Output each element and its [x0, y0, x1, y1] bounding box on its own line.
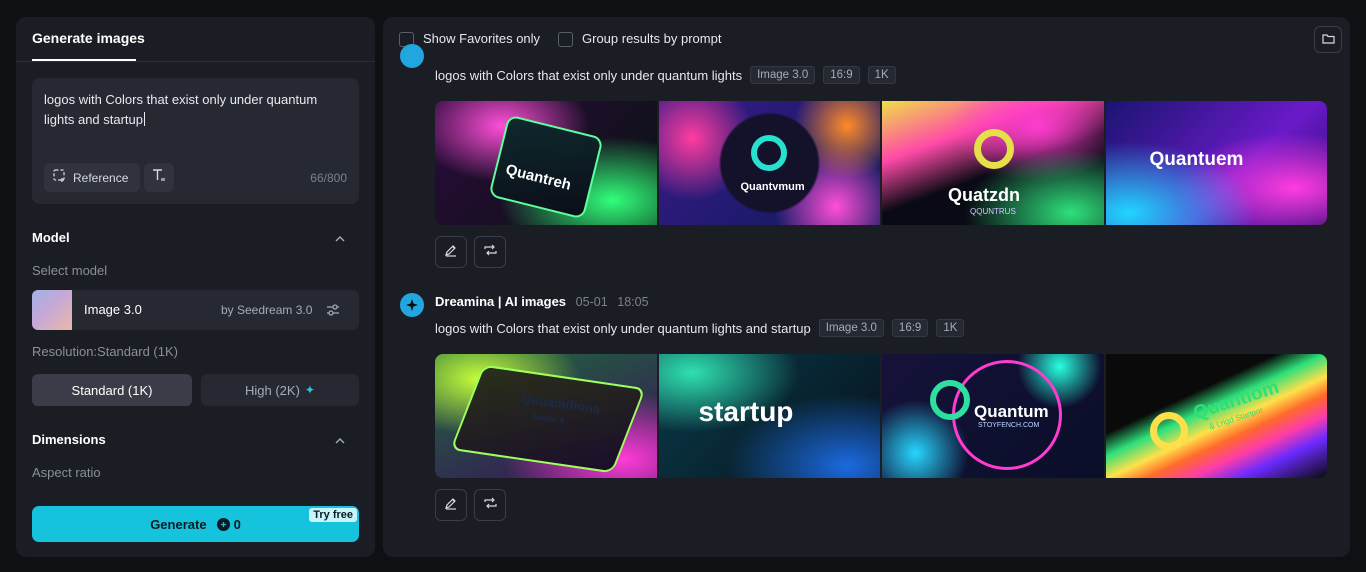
try-free-badge: Try free — [309, 508, 357, 522]
regenerate-icon — [483, 243, 498, 262]
model-tag: Image 3.0 — [818, 319, 884, 337]
group-label[interactable]: Group results by prompt — [582, 31, 721, 46]
model-thumbnail — [32, 290, 72, 330]
reference-label: Reference — [73, 170, 129, 185]
results-panel: Show Favorites only Group results by pro… — [383, 17, 1350, 557]
result-images: Quantreh Quantvmum Quatzdn QQUNTRUS Quan… — [435, 101, 1327, 225]
coin-icon — [216, 517, 230, 531]
text-format-button[interactable] — [144, 163, 174, 192]
result-image[interactable]: Quatzdn QQUNTRUS — [882, 101, 1104, 225]
result-prompt-text[interactable]: logos with Colors that exist only under … — [435, 321, 811, 336]
result-image[interactable]: Quantum STOYFENCH.COM — [882, 354, 1104, 478]
result-image[interactable]: startup — [658, 354, 880, 478]
regenerate-icon — [483, 496, 498, 515]
model-provider: by Seedream 3.0 — [221, 303, 313, 317]
prompt-text[interactable]: logos with Colors that exist only under … — [44, 90, 344, 130]
favorites-label[interactable]: Show Favorites only — [423, 31, 540, 46]
generate-label: Generate — [150, 516, 207, 532]
generate-cost: 0 — [233, 516, 241, 532]
chevron-up-icon[interactable] — [334, 434, 346, 446]
result-prompt-text[interactable]: logos with Colors that exist only under … — [435, 68, 742, 83]
result-prompt: logos with Colors that exist only under … — [435, 66, 896, 84]
result-image[interactable]: Quuamifiona Startor & — [435, 354, 657, 478]
author-name: Dreamina | AI images — [435, 294, 567, 309]
logo-text: Quatzdn — [948, 185, 1020, 205]
generate-panel: Generate images logos with Colors that e… — [16, 17, 375, 557]
dreamina-star-icon — [400, 44, 424, 68]
prompt-input[interactable]: logos with Colors that exist only under … — [32, 78, 359, 204]
logo-subtext: STOYFENCH.COM — [978, 422, 1040, 429]
resolution-tag: 1K — [867, 66, 896, 84]
result-time: 18:05 — [617, 295, 649, 309]
model-tag: Image 3.0 — [750, 66, 816, 84]
model-name: Image 3.0 — [84, 302, 142, 317]
chevron-up-icon[interactable] — [334, 232, 346, 244]
char-count: 66/800 — [310, 171, 347, 185]
result-author: Dreamina | AI images 05-01 18:05 — [435, 294, 649, 309]
group-checkbox[interactable] — [558, 32, 573, 47]
ratio-tag: 16:9 — [823, 66, 860, 84]
settings-sliders-icon[interactable] — [326, 303, 340, 322]
reference-button[interactable]: Reference — [44, 163, 140, 192]
logo-text: Quantvmum — [740, 181, 805, 193]
dimensions-section-title: Dimensions — [32, 432, 106, 447]
edit-button[interactable] — [435, 489, 467, 521]
aspect-ratio-label: Aspect ratio — [32, 465, 101, 480]
result-image[interactable]: Quantvmum — [658, 101, 880, 225]
result-images: Quuamifiona Startor & startup Quantum ST… — [435, 354, 1327, 478]
ratio-tag: 16:9 — [891, 319, 929, 337]
result-image[interactable]: Quantiom & Lrigd Startpor — [1105, 354, 1327, 478]
result-prompt: logos with Colors that exist only under … — [435, 319, 965, 337]
resolution-standard-label: Standard (1K) — [71, 382, 153, 398]
resolution-high-label: High (2K) — [245, 382, 300, 398]
resolution-high-button[interactable]: High (2K) ✦ — [201, 374, 359, 406]
select-model-label: Select model — [32, 263, 108, 278]
edit-icon — [444, 243, 458, 262]
model-selector[interactable]: Image 3.0 by Seedream 3.0 — [32, 290, 359, 330]
edit-icon — [444, 496, 458, 515]
tab-active-indicator — [32, 59, 136, 61]
result-date: 05-01 — [575, 295, 608, 309]
result-image[interactable]: Quantreh — [435, 101, 657, 225]
reference-icon — [53, 169, 67, 186]
edit-button[interactable] — [435, 236, 467, 268]
logo-text: Quantum — [974, 402, 1049, 421]
resolution-standard-button[interactable]: Standard (1K) — [32, 374, 192, 406]
result-image[interactable]: Quantuem — [1105, 101, 1327, 225]
sparkle-icon: ✦ — [304, 383, 315, 397]
resolution-label: Resolution:Standard (1K) — [32, 344, 178, 359]
folder-icon — [1321, 31, 1335, 49]
logo-text: startup — [698, 396, 794, 427]
regenerate-button[interactable] — [474, 236, 506, 268]
regenerate-button[interactable] — [474, 489, 506, 521]
text-format-icon — [151, 168, 167, 187]
dreamina-star-icon — [400, 293, 424, 317]
logo-subtext: QQUNTRUS — [970, 207, 1016, 216]
logo-text: Quantuem — [1149, 149, 1244, 170]
tab-generate-images[interactable]: Generate images — [32, 30, 145, 46]
model-section-title: Model — [32, 230, 70, 245]
folder-button[interactable] — [1314, 26, 1342, 53]
generate-button[interactable]: Generate 0 Try free — [32, 506, 359, 542]
resolution-tag: 1K — [936, 319, 965, 337]
panel-tabbar: Generate images — [16, 17, 375, 62]
